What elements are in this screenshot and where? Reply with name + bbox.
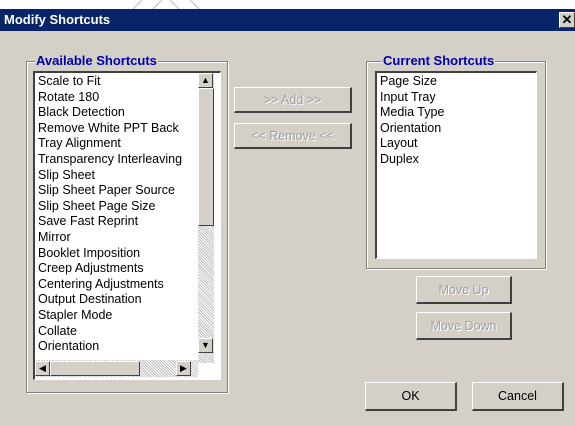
horizontal-scroll-thumb[interactable] [50, 361, 140, 376]
left-arrow-icon: ◀ [39, 363, 46, 373]
available-vertical-scrollbar[interactable]: ▲ ▼ [198, 73, 214, 363]
list-item[interactable]: Orientation [35, 339, 198, 355]
current-shortcuts-list[interactable]: Page Size Input Tray Media Type Orientation… [375, 71, 537, 259]
list-item[interactable]: Input Tray [377, 90, 534, 106]
remove-button[interactable]: << Remove << [234, 123, 352, 149]
list-item[interactable]: Mirror [35, 230, 198, 246]
vertical-scroll-thumb[interactable] [198, 88, 214, 226]
title-bar: Modify Shortcuts ✕ [0, 9, 575, 31]
scroll-right-button[interactable]: ▶ [176, 361, 191, 376]
list-item[interactable]: Slip Sheet [35, 168, 198, 184]
list-item[interactable]: Slip Sheet Page Size [35, 199, 198, 215]
ok-button[interactable]: OK [365, 382, 457, 411]
current-shortcuts-group: Current Shortcuts Page Size Input Tray Med… [366, 53, 546, 269]
list-item[interactable]: Save Fast Reprint [35, 214, 198, 230]
scroll-down-button[interactable]: ▼ [198, 338, 213, 353]
list-item[interactable]: Black Detection [35, 105, 198, 121]
current-shortcuts-label: Current Shortcuts [382, 53, 496, 68]
list-item[interactable]: Slip Sheet Paper Source [35, 183, 198, 199]
modify-shortcuts-dialog: Modify Shortcuts ✕ Available Shortcuts S… [0, 9, 575, 426]
available-shortcuts-list[interactable]: Scale to Fit Rotate 180 Black Detection Rem… [33, 71, 221, 380]
add-button[interactable]: >> Add >> [234, 87, 352, 113]
right-arrow-icon: ▶ [180, 363, 187, 373]
available-shortcuts-group: Available Shortcuts Scale to Fit Rotate 1… [26, 53, 228, 393]
scroll-up-button[interactable]: ▲ [198, 73, 213, 88]
list-item[interactable]: Output Destination [35, 292, 198, 308]
list-item[interactable]: Booklet Imposition [35, 246, 198, 262]
cancel-button[interactable]: Cancel [472, 382, 564, 411]
list-item[interactable]: Collate [35, 324, 198, 340]
list-item[interactable]: Transparency Interleaving [35, 152, 198, 168]
close-icon: ✕ [561, 12, 573, 27]
list-item[interactable]: Page Size [377, 74, 534, 90]
available-horizontal-scrollbar[interactable]: ◀ ▶ [35, 360, 198, 377]
up-arrow-icon: ▲ [201, 75, 210, 85]
list-item[interactable]: Media Type [377, 105, 534, 121]
list-item[interactable]: Duplex [377, 152, 534, 168]
scroll-left-button[interactable]: ◀ [35, 361, 50, 376]
list-item[interactable]: Centering Adjustments [35, 277, 198, 293]
list-item[interactable]: Creep Adjustments [35, 261, 198, 277]
available-shortcuts-label: Available Shortcuts [35, 53, 158, 68]
move-down-button[interactable]: Move Down [416, 312, 512, 340]
list-item[interactable]: Layout [377, 136, 534, 152]
list-item[interactable]: Stapler Mode [35, 308, 198, 324]
list-item[interactable]: Tray Alignment [35, 136, 198, 152]
window-title: Modify Shortcuts [4, 12, 111, 27]
list-item[interactable]: Rotate 180 [35, 90, 198, 106]
move-up-button[interactable]: Move Up [416, 276, 512, 304]
list-item[interactable]: Orientation [377, 121, 534, 137]
down-arrow-icon: ▼ [201, 340, 210, 350]
list-item[interactable]: Remove White PPT Back [35, 121, 198, 137]
list-item[interactable]: Scale to Fit [35, 74, 198, 90]
close-button[interactable]: ✕ [559, 12, 575, 28]
